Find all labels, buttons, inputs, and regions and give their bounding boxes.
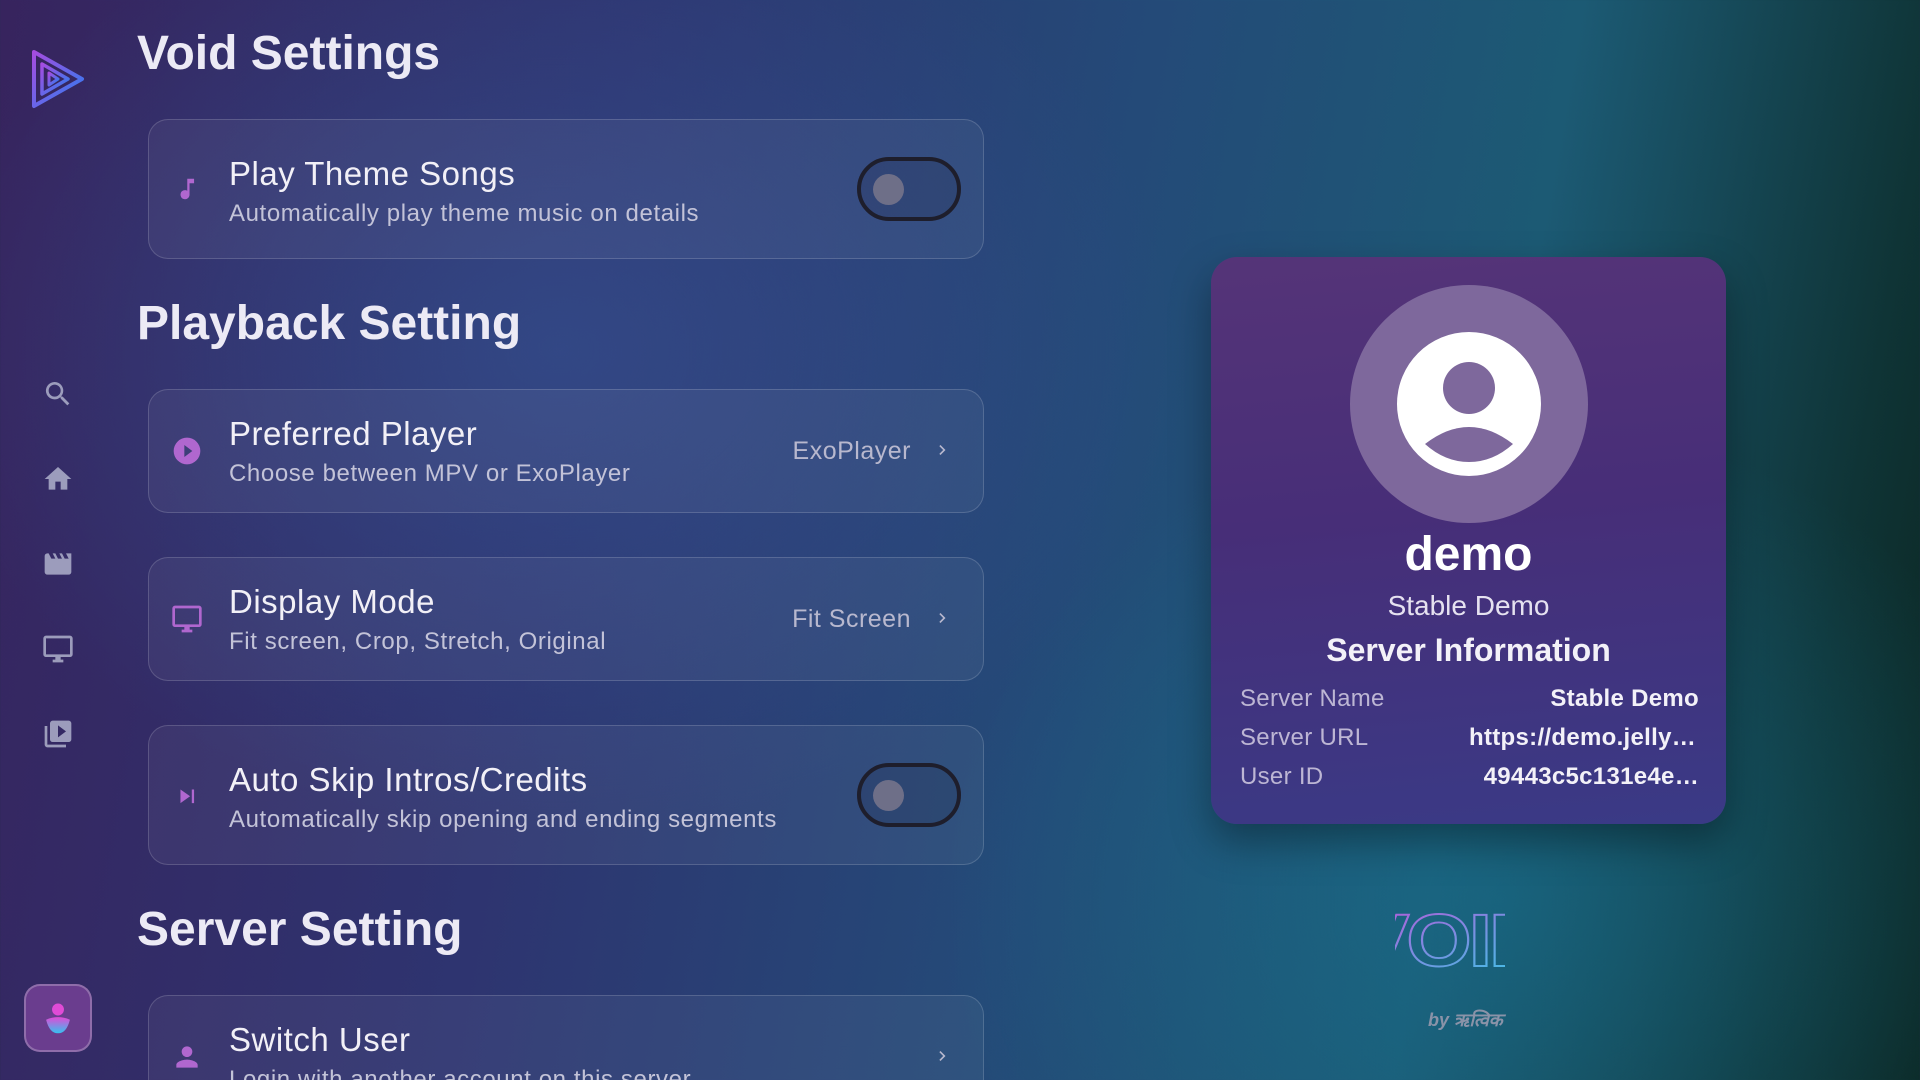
chevron-right-icon — [933, 1046, 953, 1066]
skip-next-icon — [171, 780, 203, 812]
movie-icon — [44, 553, 72, 575]
info-value: 49443c5c131e4e… — [1483, 763, 1699, 790]
setting-subtitle: Automatically skip opening and ending se… — [229, 806, 777, 833]
home-icon — [44, 467, 72, 490]
account-circle-icon — [1397, 332, 1541, 476]
tv-icon — [43, 635, 73, 663]
setting-title: Preferred Player — [229, 415, 478, 452]
nav-movies[interactable] — [40, 546, 76, 582]
section-title-server: Server Setting — [137, 903, 463, 956]
svg-text:VOID: VOID — [1395, 906, 1505, 982]
play-circle-icon — [171, 435, 203, 467]
toggle-knob — [873, 780, 904, 811]
setting-switch-user[interactable]: Switch User Login with another account o… — [148, 995, 984, 1080]
toggle-knob — [873, 174, 904, 205]
info-key: Server Name — [1240, 685, 1385, 712]
info-row-user-id: User ID 49443c5c131e4e… — [1240, 763, 1699, 797]
auto-skip-toggle[interactable] — [857, 763, 961, 827]
server-label: Stable Demo — [1387, 590, 1550, 621]
setting-display-mode[interactable]: Display Mode Fit screen, Crop, Stretch, … — [148, 557, 984, 681]
profile-button[interactable] — [24, 984, 92, 1052]
video-library-icon — [44, 720, 72, 748]
brand-byline: by ऋत्विक — [1428, 1010, 1503, 1030]
info-row-server-name: Server Name Stable Demo — [1240, 685, 1699, 719]
setting-subtitle: Automatically play theme music on detail… — [229, 200, 700, 227]
profile-card: demo Stable Demo Server Information Serv… — [1211, 257, 1726, 824]
monitor-icon — [171, 603, 203, 635]
user-icon — [46, 1003, 70, 1034]
info-key: User ID — [1240, 763, 1324, 790]
info-row-server-url: Server URL https://demo.jellyf… — [1240, 724, 1699, 758]
setting-value: ExoPlayer — [792, 437, 911, 465]
sidebar — [0, 0, 116, 1080]
person-icon — [171, 1041, 203, 1073]
section-title-void: Void Settings — [137, 27, 441, 80]
nav-home[interactable] — [40, 461, 76, 497]
search-icon — [45, 382, 70, 406]
setting-subtitle: Login with another account on this serve… — [229, 1066, 692, 1080]
setting-auto-skip[interactable]: Auto Skip Intros/Credits Automatically s… — [148, 725, 984, 865]
section-title-playback: Playback Setting — [137, 297, 522, 350]
setting-subtitle: Choose between MPV or ExoPlayer — [229, 460, 631, 487]
info-value: https://demo.jellyf… — [1469, 724, 1699, 751]
void-brand-logo: VOID — [1352, 898, 1550, 983]
setting-theme-songs[interactable]: Play Theme Songs Automatically play them… — [148, 119, 984, 259]
setting-title: Switch User — [229, 1021, 411, 1058]
theme-songs-toggle[interactable] — [857, 157, 961, 221]
chevron-right-icon — [933, 608, 953, 628]
chevron-right-icon — [933, 440, 953, 460]
info-value: Stable Demo — [1550, 685, 1699, 712]
app-logo-icon[interactable] — [28, 46, 88, 112]
server-info-title: Server Information — [1326, 632, 1611, 668]
setting-preferred-player[interactable]: Preferred Player Choose between MPV or E… — [148, 389, 984, 513]
setting-value: Fit Screen — [792, 605, 911, 633]
music-note-icon — [171, 174, 203, 206]
info-key: Server URL — [1240, 724, 1369, 751]
setting-title: Play Theme Songs — [229, 155, 516, 192]
nav-library[interactable] — [40, 716, 76, 752]
nav-search[interactable] — [40, 376, 76, 412]
nav-tv[interactable] — [40, 631, 76, 667]
setting-title: Display Mode — [229, 583, 435, 620]
username: demo — [1404, 528, 1533, 581]
setting-subtitle: Fit screen, Crop, Stretch, Original — [229, 628, 607, 655]
avatar — [1350, 285, 1588, 523]
setting-title: Auto Skip Intros/Credits — [229, 761, 588, 798]
